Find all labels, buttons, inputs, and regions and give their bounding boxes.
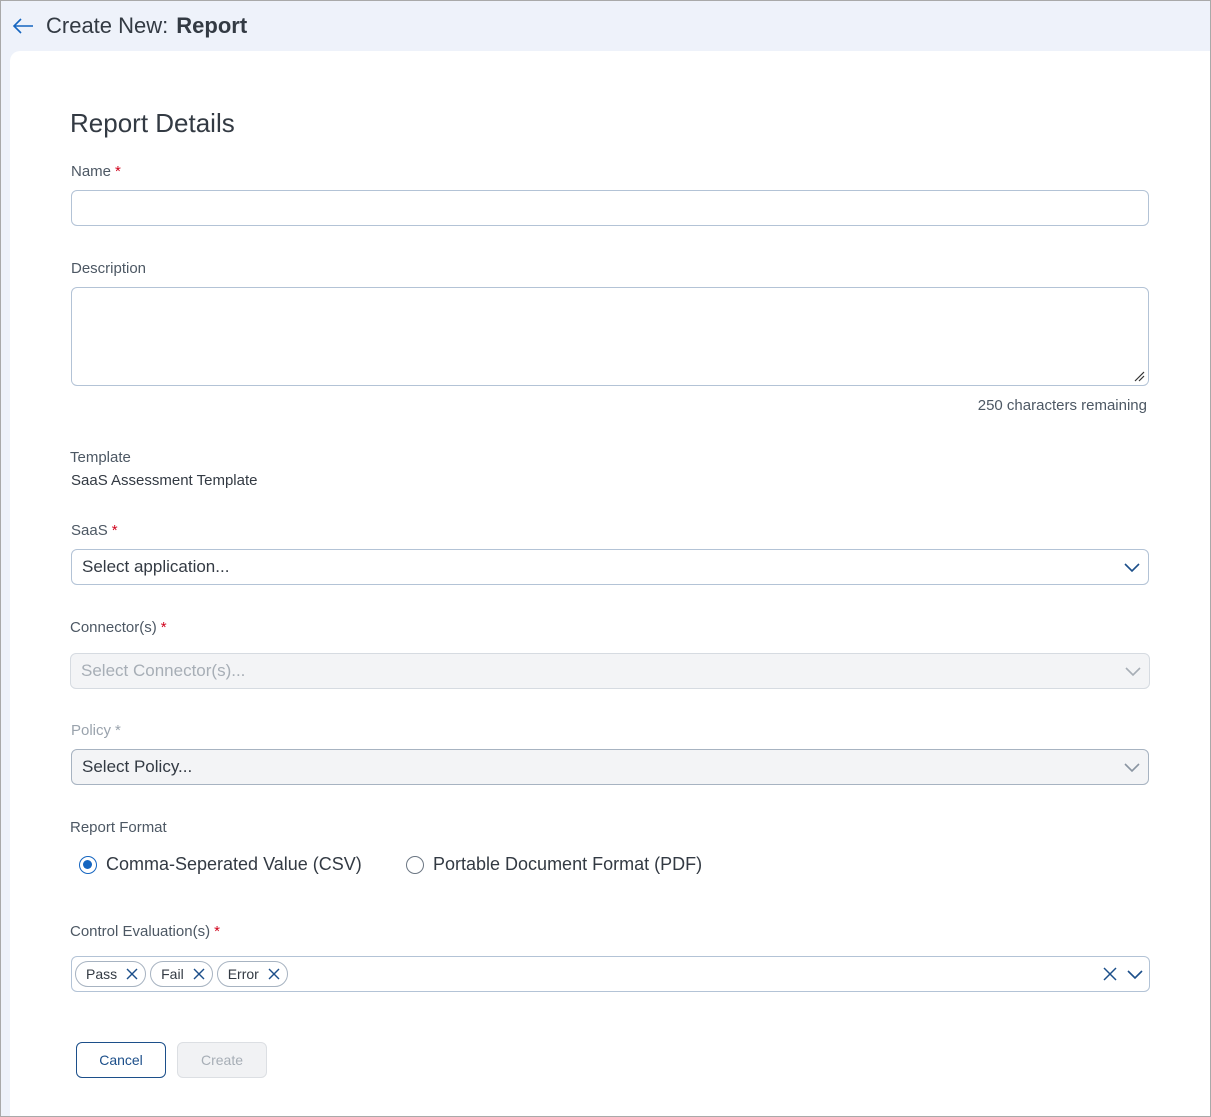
connectors-label-text: Connector(s) xyxy=(70,619,157,636)
name-label: Name * xyxy=(71,163,121,180)
template-value: SaaS Assessment Template xyxy=(71,472,258,489)
required-mark: * xyxy=(214,923,220,940)
cancel-button[interactable]: Cancel xyxy=(76,1042,166,1078)
required-mark: * xyxy=(111,522,118,539)
page-title-name: Report xyxy=(176,13,248,38)
saas-select[interactable]: Select application... xyxy=(71,549,1149,585)
required-mark: * xyxy=(115,722,121,739)
policy-select[interactable]: Select Policy... xyxy=(71,749,1149,785)
radio-csv[interactable] xyxy=(79,855,97,874)
required-mark: * xyxy=(115,163,121,180)
name-input[interactable] xyxy=(71,190,1149,226)
chip-label: Error xyxy=(227,966,259,982)
control-evaluations-label: Control Evaluation(s) * xyxy=(70,923,220,940)
chevron-down-icon xyxy=(1124,563,1140,573)
connectors-label: Connector(s) * xyxy=(70,619,167,636)
resize-handle-icon[interactable] xyxy=(1133,370,1145,382)
format-option-csv[interactable]: Comma-Seperated Value (CSV) xyxy=(79,854,362,875)
format-option-pdf-label: Portable Document Format (PDF) xyxy=(433,854,703,874)
connectors-select: Select Connector(s)... xyxy=(70,653,1150,689)
page-title-prefix: Create New: xyxy=(46,13,169,38)
chip-fail: Fail xyxy=(150,961,213,987)
chip-label: Pass xyxy=(86,966,118,982)
description-label: Description xyxy=(71,260,147,277)
template-label: Template xyxy=(70,449,131,466)
clear-all-icon[interactable] xyxy=(1103,967,1117,981)
close-icon[interactable] xyxy=(125,967,139,981)
control-evaluations-label-text: Control Evaluation(s) xyxy=(70,923,211,940)
name-label-text: Name xyxy=(71,163,112,180)
window-frame: Create New: Report Report Details Name * D… xyxy=(0,0,1211,1117)
chip-pass: Pass xyxy=(75,961,147,987)
required-mark: * xyxy=(160,619,167,636)
control-evaluations-select[interactable]: Pass Fail Error xyxy=(71,956,1150,992)
section-title: Report Details xyxy=(70,108,235,138)
description-textarea[interactable] xyxy=(72,288,1148,385)
connectors-placeholder: Select Connector(s)... xyxy=(81,661,246,680)
arrow-left-icon[interactable] xyxy=(12,16,34,36)
saas-placeholder: Select application... xyxy=(82,557,230,576)
policy-label: Policy * xyxy=(71,722,121,739)
format-option-pdf[interactable]: Portable Document Format (PDF) xyxy=(406,854,702,875)
format-option-csv-label: Comma-Seperated Value (CSV) xyxy=(106,854,362,874)
report-format-label: Report Format xyxy=(70,819,167,836)
page-header: Create New: Report xyxy=(1,1,1210,51)
radio-pdf[interactable] xyxy=(406,855,424,874)
close-icon[interactable] xyxy=(267,967,281,981)
chevron-down-icon xyxy=(1125,667,1141,677)
chevron-down-icon xyxy=(1124,763,1140,773)
chip-error: Error xyxy=(216,961,288,987)
description-field xyxy=(71,287,1149,386)
policy-label-text: Policy xyxy=(71,722,112,739)
policy-placeholder: Select Policy... xyxy=(82,757,193,776)
chevron-down-icon[interactable] xyxy=(1127,967,1143,981)
saas-label: SaaS * xyxy=(71,522,118,539)
chip-label: Fail xyxy=(161,966,184,982)
close-icon[interactable] xyxy=(192,967,206,981)
saas-label-text: SaaS xyxy=(71,522,108,539)
character-counter: 250 characters remaining xyxy=(977,397,1147,414)
create-button: Create xyxy=(177,1042,267,1078)
page-title: Create New: Report xyxy=(46,13,247,39)
